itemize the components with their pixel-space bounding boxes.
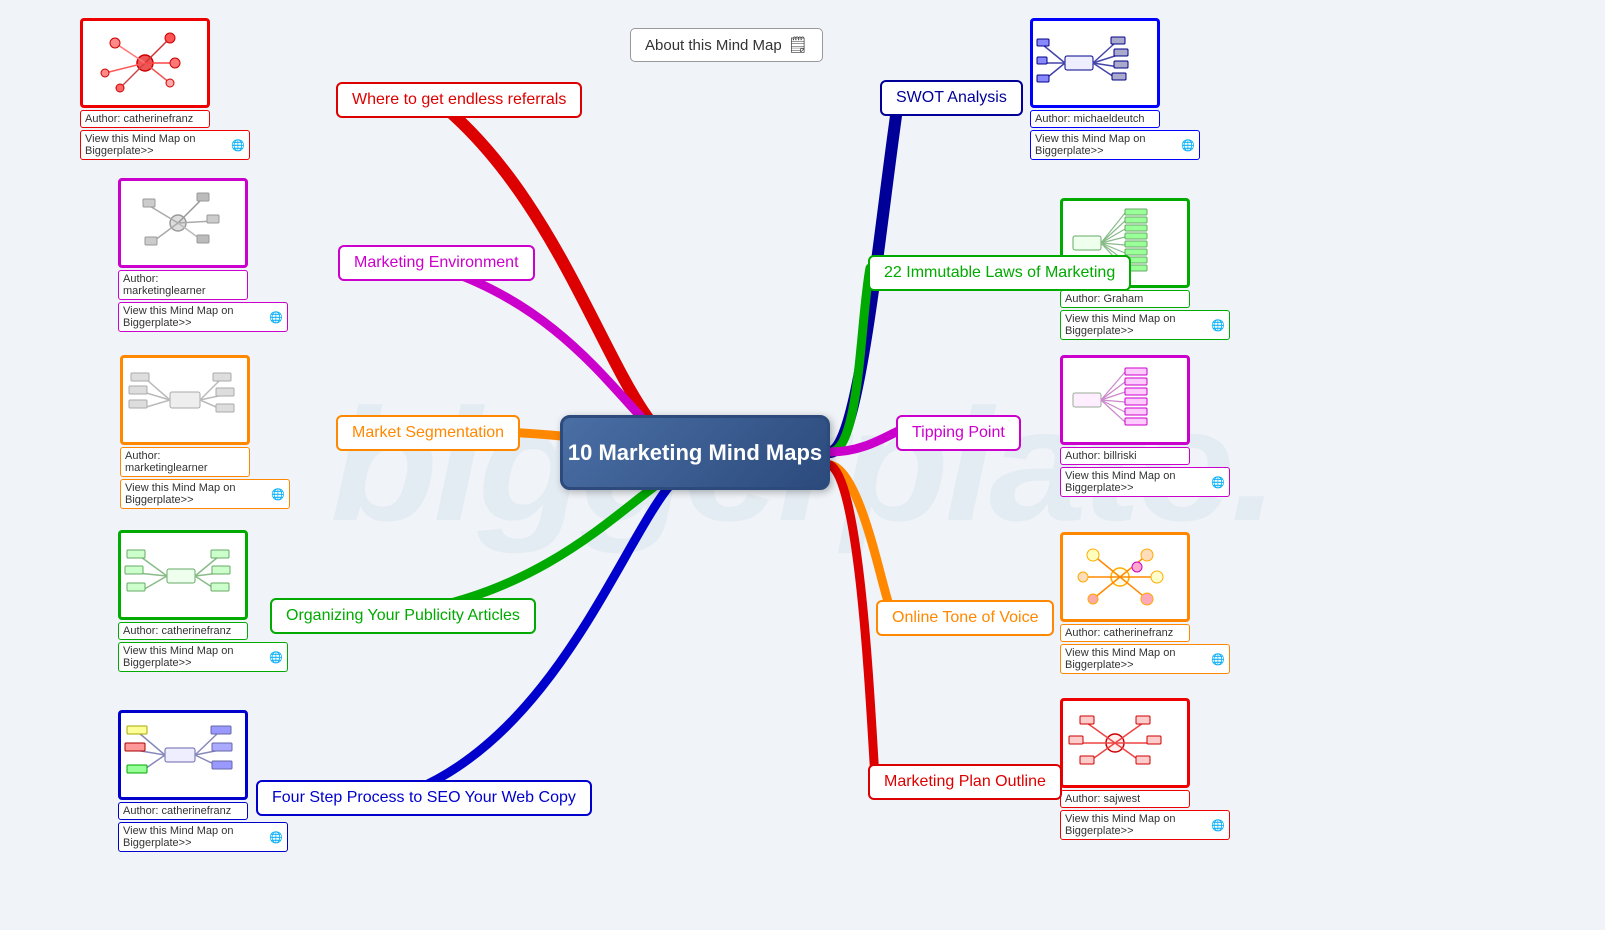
label-publicity: Organizing Your Publicity Articles [270,598,536,634]
author-tipping: Author: billriski [1060,447,1190,465]
link-referrals[interactable]: View this Mind Map on Biggerplate>> 🌐 [80,130,250,160]
thumbnail-tipping[interactable] [1060,355,1190,445]
link-swot[interactable]: View this Mind Map on Biggerplate>> 🌐 [1030,130,1200,160]
link-segmentation[interactable]: View this Mind Map on Biggerplate>> 🌐 [120,479,290,509]
link-marketing-env[interactable]: View this Mind Map on Biggerplate>> 🌐 [118,302,288,332]
globe-icon8: 🌐 [1211,476,1225,489]
label-tone: Online Tone of Voice [876,600,1054,636]
globe-icon7: 🌐 [1211,319,1225,332]
card-swot: Author: michaeldeutch View this Mind Map… [1030,18,1200,160]
author-publicity: Author: catherinefranz [118,622,248,640]
card-referrals: Author: catherinefranz View this Mind Ma… [80,18,250,160]
globe-icon6: 🌐 [1181,139,1195,152]
thumbnail-referrals[interactable] [80,18,210,108]
thumbnail-segmentation[interactable] [120,355,250,445]
label-seo: Four Step Process to SEO Your Web Copy [256,780,592,816]
author-tone: Author: catherinefranz [1060,624,1190,642]
card-segmentation: Author: marketinglearner View this Mind … [120,355,290,509]
thumbnail-swot[interactable] [1030,18,1160,108]
link-immutable[interactable]: View this Mind Map on Biggerplate>> 🌐 [1060,310,1230,340]
card-marketing-env: Author: marketinglearner View this Mind … [118,178,288,332]
thumbnail-seo[interactable] [118,710,248,800]
author-segmentation: Author: marketinglearner [120,447,250,477]
label-referrals: Where to get endless referrals [336,82,582,118]
label-plan: Marketing Plan Outline [868,764,1062,800]
about-button[interactable]: About this Mind Map 🗒 [630,28,823,62]
author-referrals: Author: catherinefranz [80,110,210,128]
globe-icon10: 🌐 [1211,819,1225,832]
label-tipping: Tipping Point [896,415,1021,451]
author-plan: Author: sajwest [1060,790,1190,808]
link-seo[interactable]: View this Mind Map on Biggerplate>> 🌐 [118,822,288,852]
thumbnail-publicity[interactable] [118,530,248,620]
globe-icon4: 🌐 [269,651,283,664]
author-marketing-env: Author: marketinglearner [118,270,248,300]
link-tone[interactable]: View this Mind Map on Biggerplate>> 🌐 [1060,644,1230,674]
thumbnail-tone[interactable] [1060,532,1190,622]
label-segmentation: Market Segmentation [336,415,520,451]
link-publicity[interactable]: View this Mind Map on Biggerplate>> 🌐 [118,642,288,672]
card-publicity: Author: catherinefranz View this Mind Ma… [118,530,288,672]
center-node: 10 Marketing Mind Maps [560,415,830,490]
label-immutable: 22 Immutable Laws of Marketing [868,255,1131,291]
label-swot: SWOT Analysis [880,80,1023,116]
globe-icon3: 🌐 [271,488,285,501]
globe-icon9: 🌐 [1211,653,1225,666]
card-tipping: Author: billriski View this Mind Map on … [1060,355,1230,497]
thumbnail-marketing-env[interactable] [118,178,248,268]
author-swot: Author: michaeldeutch [1030,110,1160,128]
globe-icon: 🌐 [231,139,245,152]
note-icon: 🗒 [788,35,808,55]
thumbnail-plan[interactable] [1060,698,1190,788]
center-label: 10 Marketing Mind Maps [568,440,822,466]
about-label: About this Mind Map [645,37,782,54]
link-tipping[interactable]: View this Mind Map on Biggerplate>> 🌐 [1060,467,1230,497]
globe-icon5: 🌐 [269,831,283,844]
card-tone: Author: catherinefranz View this Mind Ma… [1060,532,1230,674]
label-marketing-env: Marketing Environment [338,245,535,281]
card-plan: Author: sajwest View this Mind Map on Bi… [1060,698,1230,840]
author-seo: Author: catherinefranz [118,802,248,820]
author-immutable: Author: Graham [1060,290,1190,308]
globe-icon2: 🌐 [269,311,283,324]
link-plan[interactable]: View this Mind Map on Biggerplate>> 🌐 [1060,810,1230,840]
